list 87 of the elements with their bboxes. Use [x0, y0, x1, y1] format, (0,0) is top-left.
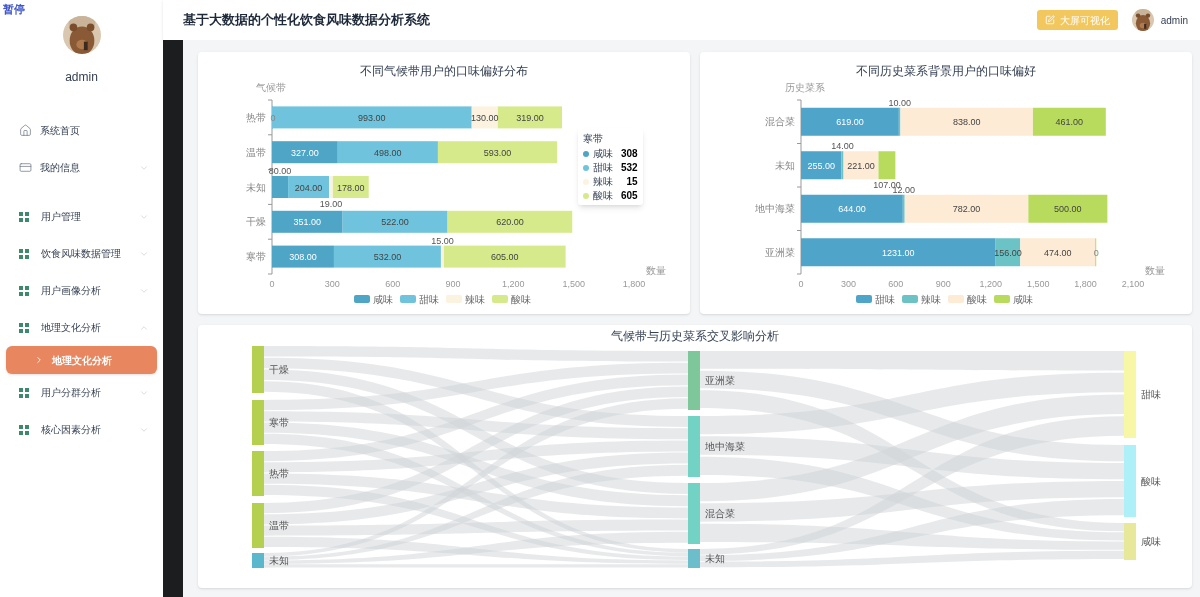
axis-title: 数量	[646, 265, 666, 276]
data-label: 10.00	[888, 97, 911, 108]
tick-label: 1,800	[1074, 279, 1097, 289]
data-label: 308.00	[289, 252, 317, 263]
series-name: 甜味	[593, 161, 613, 174]
page-title: 基于大数据的个性化饮食风味数据分析系统	[183, 11, 430, 30]
tick-label: 1,500	[562, 279, 585, 289]
tooltip-title: 寒带	[583, 132, 604, 146]
data-label: 838.00	[952, 117, 981, 128]
data-label: 0	[1093, 247, 1099, 258]
data-label: 593.00	[483, 147, 512, 158]
tick-label: 0	[798, 279, 804, 289]
data-label: 351.00	[293, 217, 322, 228]
tick-label: 900	[445, 279, 461, 289]
data-label: 532.00	[373, 252, 402, 263]
data-label: 461.00	[1055, 117, 1084, 128]
series-name: 辣味	[593, 175, 613, 188]
category-label: 亚洲菜	[765, 246, 795, 258]
data-label: 620.00	[496, 217, 524, 228]
node-label: 甜味	[1141, 389, 1161, 400]
tick-label: 2,100	[1121, 279, 1145, 289]
series-name: 酸味	[593, 189, 613, 202]
category-label: 未知	[775, 159, 795, 171]
data-label: 474.00	[1044, 247, 1072, 258]
axis-title: 气候带	[256, 82, 286, 93]
node-label: 酸味	[1141, 475, 1161, 487]
tick-label: 300	[324, 279, 340, 289]
series-value: 15	[626, 175, 638, 188]
chart-title: 气候带与历史菜系交叉影响分析	[610, 328, 780, 345]
data-label: 1231.00	[882, 247, 915, 258]
axis-title: 数量	[1145, 265, 1165, 276]
category-label: 地中海菜	[755, 203, 795, 215]
tick-label: 1,200	[979, 279, 1002, 289]
node-label: 温带	[269, 520, 289, 531]
series-value: 605	[621, 189, 638, 202]
data-label: 178.00	[337, 182, 365, 193]
pause-label: 暂停	[3, 2, 25, 17]
user-name: admin	[1160, 13, 1188, 28]
tick-label: 1,200	[502, 279, 525, 289]
data-label: 993.00	[358, 112, 386, 123]
category-label: 热带	[246, 111, 266, 123]
data-label: 204.00	[294, 182, 323, 193]
data-label: 319.00	[516, 112, 544, 123]
series-value: 532	[621, 161, 638, 174]
data-label: 500.00	[1054, 204, 1082, 215]
category-label: 寒带	[246, 251, 266, 263]
node-label: 寒带	[269, 417, 289, 428]
data-label: 644.00	[838, 204, 866, 215]
data-label: 19.00	[319, 199, 343, 209]
node-label: 未知	[705, 553, 725, 564]
node-label: 未知	[269, 555, 289, 566]
node-label: 亚洲菜	[705, 375, 735, 386]
data-label: 782.00	[952, 204, 981, 215]
category-label: 干燥	[246, 216, 266, 228]
tick-label: 1,500	[1026, 279, 1050, 289]
data-label: 619.00	[836, 117, 864, 128]
data-label: 498.00	[374, 147, 402, 158]
node-label: 热带	[269, 468, 289, 479]
data-label: 255.00	[807, 160, 835, 171]
data-label: 15.00	[431, 235, 454, 246]
tick-label: 600	[888, 279, 904, 289]
tick-label: 1,800	[622, 279, 646, 289]
tick-label: 0	[269, 279, 275, 289]
data-label: 0	[270, 112, 276, 123]
tick-label: 600	[385, 279, 401, 289]
data-label: 221.00	[847, 160, 875, 171]
axis-title: 历史菜系	[785, 82, 825, 93]
user-name: admin	[65, 69, 98, 86]
series-name: 咸味	[593, 147, 613, 160]
tick-label: 900	[935, 279, 951, 289]
node-label: 地中海菜	[705, 441, 745, 452]
data-label: 80.00	[268, 166, 292, 176]
data-label: 605.00	[491, 252, 519, 263]
category-label: 混合菜	[765, 116, 795, 128]
chart-title: 不同历史菜系背景用户的口味偏好	[855, 63, 1037, 80]
data-label: 522.00	[381, 217, 409, 228]
data-label: 327.00	[291, 147, 319, 158]
data-label: 130.00	[471, 112, 499, 123]
tick-label: 300	[840, 279, 856, 289]
node-label: 混合菜	[705, 508, 735, 519]
node-label: 干燥	[269, 364, 289, 375]
category-label: 未知	[246, 181, 266, 193]
series-value: 308	[621, 147, 638, 160]
node-label: 咸味	[1141, 536, 1161, 547]
chart-title: 不同气候带用户的口味偏好分布	[359, 63, 529, 80]
data-label: 14.00	[831, 141, 854, 152]
category-label: 温带	[246, 146, 266, 158]
